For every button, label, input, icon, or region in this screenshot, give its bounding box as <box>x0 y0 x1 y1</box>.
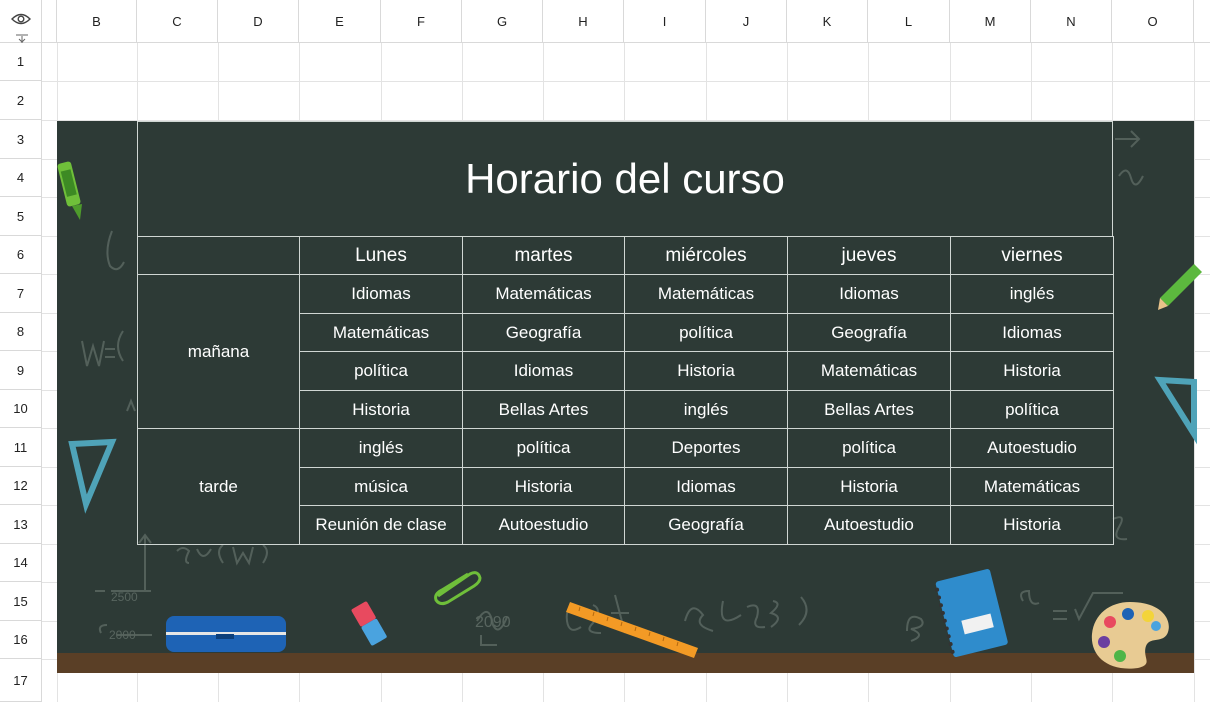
column-header-i[interactable]: I <box>624 0 706 43</box>
row-header-2[interactable]: 2 <box>0 81 42 120</box>
schedule-cell[interactable]: política <box>624 313 788 352</box>
schedule-cell[interactable]: Autoestudio <box>462 505 625 545</box>
svg-text:2090: 2090 <box>475 614 511 631</box>
row-header-14[interactable]: 14 <box>0 544 42 582</box>
row-header-5[interactable]: 5 <box>0 197 42 236</box>
ruler-triangle-icon <box>68 438 117 514</box>
day-header-5[interactable]: viernes <box>950 236 1114 275</box>
schedule-cell[interactable]: Matemáticas <box>462 274 625 314</box>
column-header-m[interactable]: M <box>950 0 1031 43</box>
column-header-k[interactable]: K <box>787 0 868 43</box>
row-header-11[interactable]: 11 <box>0 428 42 467</box>
column-header-f[interactable]: F <box>381 0 462 43</box>
pencil-icon <box>1158 264 1202 310</box>
schedule-cell[interactable]: Historia <box>950 505 1114 545</box>
schedule-title: Horario del curso <box>465 155 785 202</box>
row-header-9[interactable]: 9 <box>0 351 42 390</box>
row-header-17[interactable]: 17 <box>0 659 42 702</box>
schedule-cell[interactable]: Idiomas <box>787 274 951 314</box>
palette-icon <box>1091 602 1169 669</box>
row-header-8[interactable]: 8 <box>0 313 42 351</box>
schedule-cell[interactable]: Matemáticas <box>787 351 951 391</box>
schedule-cell[interactable]: Autoestudio <box>787 505 951 545</box>
schedule-cell[interactable]: Idiomas <box>462 351 625 391</box>
schedule-cell[interactable]: política <box>950 390 1114 429</box>
schedule-cell[interactable]: Deportes <box>624 428 788 468</box>
schedule-cell[interactable]: Geografía <box>462 313 625 352</box>
column-header-d[interactable]: D <box>218 0 299 43</box>
column-header-e[interactable]: E <box>299 0 381 43</box>
column-header-b[interactable]: B <box>57 0 137 43</box>
schedule-cell[interactable]: Geografía <box>624 505 788 545</box>
schedule-cell[interactable]: inglés <box>624 390 788 429</box>
schedule-cell[interactable]: Idiomas <box>950 313 1114 352</box>
schedule-cell[interactable]: política <box>299 351 463 391</box>
pencil-case-icon <box>166 616 286 652</box>
column-header-o[interactable]: O <box>1112 0 1194 43</box>
notebook-icon <box>935 569 1008 658</box>
day-header-3[interactable]: miércoles <box>624 236 788 275</box>
schedule-cell[interactable]: inglés <box>299 428 463 468</box>
day-header-2[interactable]: martes <box>462 236 625 275</box>
schedule-cell[interactable]: Historia <box>950 351 1114 391</box>
row-header-3[interactable]: 3 <box>0 120 42 159</box>
schedule-cell[interactable]: Historia <box>624 351 788 391</box>
schedule-cell[interactable]: inglés <box>950 274 1114 314</box>
day-header-4[interactable]: jueves <box>787 236 951 275</box>
schedule-cell[interactable]: Geografía <box>787 313 951 352</box>
column-header-h[interactable]: H <box>543 0 624 43</box>
eye-icon[interactable] <box>11 12 31 26</box>
day-header-1[interactable]: Lunes <box>299 236 463 275</box>
row-header-7[interactable]: 7 <box>0 274 42 313</box>
schedule-cell[interactable]: Matemáticas <box>950 467 1114 506</box>
schedule-cell[interactable]: política <box>462 428 625 468</box>
schedule-title-cell[interactable]: Horario del curso <box>137 121 1113 237</box>
row-header-15[interactable]: 15 <box>0 582 42 621</box>
eraser-icon <box>351 601 387 646</box>
column-header-n[interactable]: N <box>1031 0 1112 43</box>
column-header-p[interactable] <box>1194 0 1210 43</box>
period-label-afternoon[interactable]: tarde <box>137 428 300 545</box>
row-header-1[interactable]: 1 <box>0 43 42 81</box>
column-header-l[interactable]: L <box>868 0 950 43</box>
sheet-corner[interactable] <box>0 0 42 50</box>
schedule-cell[interactable]: Idiomas <box>624 467 788 506</box>
row-header-16[interactable]: 16 <box>0 621 42 659</box>
schedule-cell[interactable]: Idiomas <box>299 274 463 314</box>
schedule-cell[interactable]: música <box>299 467 463 506</box>
gridline <box>1194 43 1195 702</box>
svg-text:2000: 2000 <box>109 628 136 642</box>
ruler-triangle-icon <box>1154 376 1197 445</box>
schedule-cell[interactable]: Matemáticas <box>299 313 463 352</box>
schedule-cell[interactable]: política <box>787 428 951 468</box>
paperclip-icon <box>434 571 482 606</box>
row-header-12[interactable]: 12 <box>0 467 42 505</box>
schedule-cell[interactable]: Historia <box>299 390 463 429</box>
schedule-cell[interactable]: Historia <box>462 467 625 506</box>
period-label-morning[interactable]: mañana <box>137 274 300 429</box>
ruler-icon <box>566 602 698 658</box>
svg-text:2500: 2500 <box>111 590 138 604</box>
schedule-cell[interactable]: Historia <box>787 467 951 506</box>
column-header-j[interactable]: J <box>706 0 787 43</box>
gridline <box>42 81 1210 82</box>
schedule-cell[interactable]: Reunión de clase <box>299 505 463 545</box>
schedule-cell[interactable]: Bellas Artes <box>787 390 951 429</box>
column-header-a[interactable] <box>42 0 57 43</box>
schedule-cell[interactable]: Autoestudio <box>950 428 1114 468</box>
row-header-10[interactable]: 10 <box>0 390 42 428</box>
crayon-icon <box>57 161 82 220</box>
row-header-13[interactable]: 13 <box>0 505 42 544</box>
row-header-6[interactable]: 6 <box>0 236 42 274</box>
column-header-g[interactable]: G <box>462 0 543 43</box>
schedule-corner-cell[interactable] <box>137 236 300 275</box>
schedule-cell[interactable]: Matemáticas <box>624 274 788 314</box>
column-header-c[interactable]: C <box>137 0 218 43</box>
schedule-cell[interactable]: Bellas Artes <box>462 390 625 429</box>
row-header-4[interactable]: 4 <box>0 159 42 197</box>
